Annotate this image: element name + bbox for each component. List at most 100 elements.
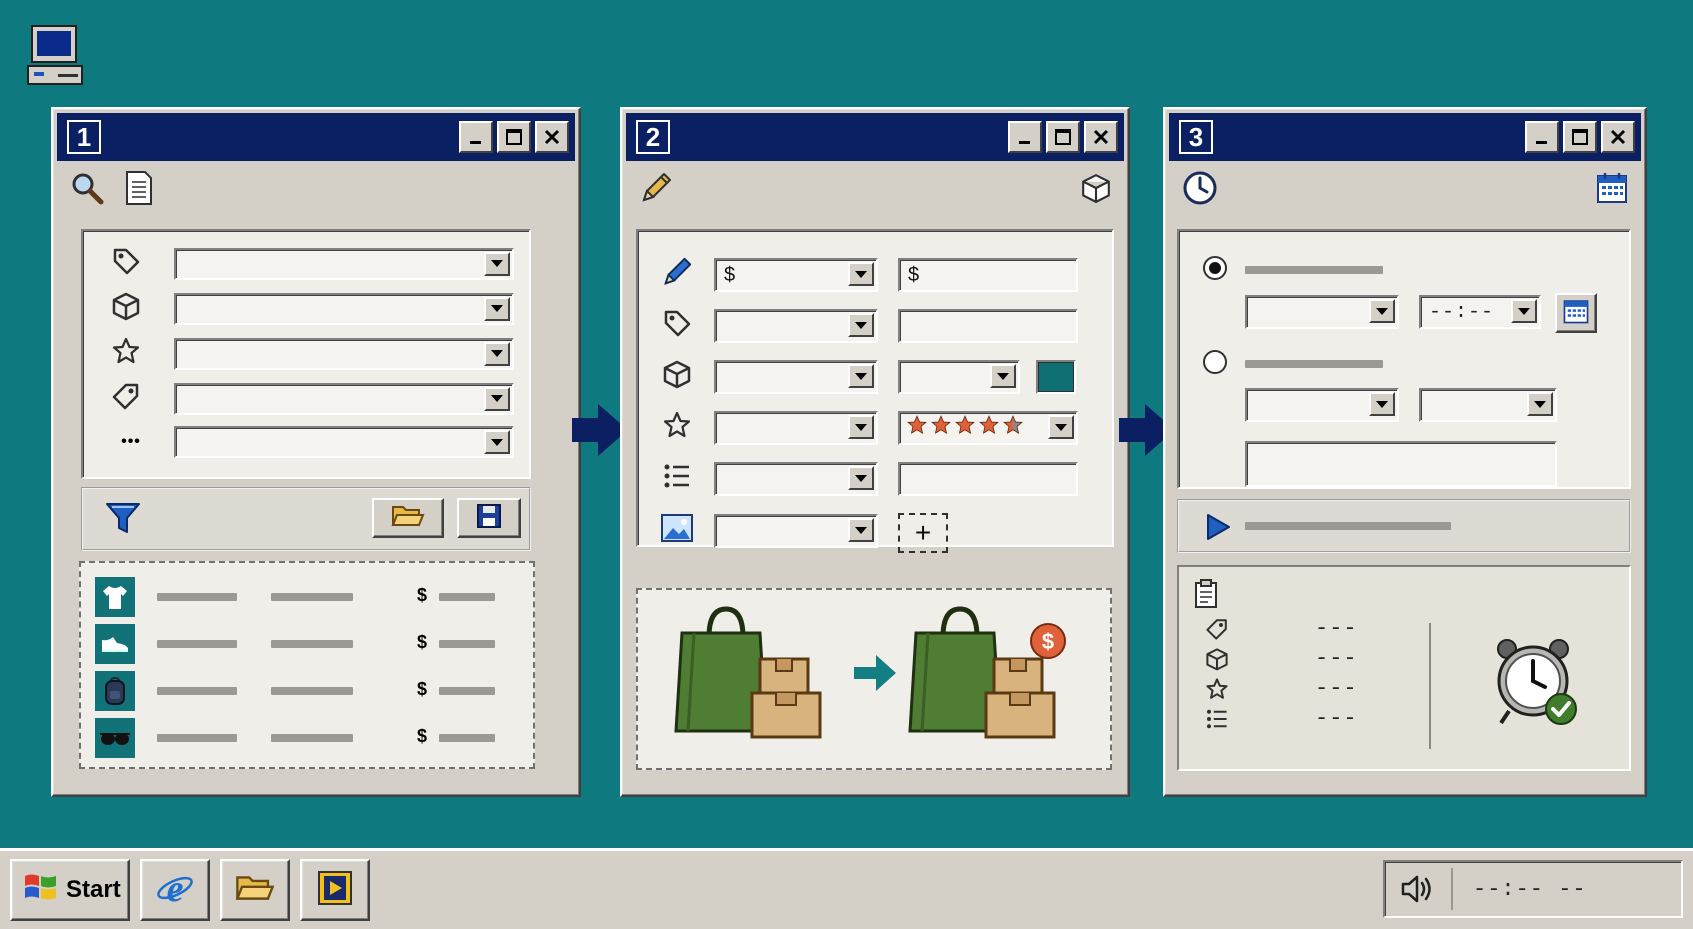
tag-icon (1205, 617, 1229, 646)
file-explorer-button[interactable] (220, 859, 290, 921)
minimize-button[interactable] (1008, 121, 1042, 153)
search-icon[interactable] (69, 170, 105, 211)
add-image-button[interactable]: + (898, 513, 948, 553)
price-currency: $ (417, 632, 428, 652)
close-button[interactable] (535, 121, 569, 153)
filter-select[interactable] (174, 426, 514, 458)
calendar-icon[interactable] (1595, 171, 1629, 210)
tag-icon (111, 246, 151, 281)
window-3: 3 --:-- --- --- --- --- (1163, 107, 1647, 797)
time-placeholder: --:-- (1429, 300, 1495, 324)
open-button[interactable] (372, 498, 444, 538)
box-icon (111, 291, 151, 326)
calendar-icon (1562, 297, 1590, 330)
filter-select[interactable] (174, 382, 514, 415)
play-icon[interactable] (1205, 513, 1231, 546)
filter-row (111, 336, 514, 371)
list-item[interactable]: $ (95, 577, 515, 617)
window-number: 2 (636, 120, 670, 154)
star-icon (662, 410, 692, 445)
price-select[interactable]: $ (714, 258, 878, 292)
rating-stars (906, 414, 1024, 442)
sunglasses-icon (95, 718, 135, 758)
schedule-now-radio[interactable] (1203, 256, 1227, 280)
maximize-button[interactable] (1046, 121, 1080, 153)
folder-open-icon (391, 503, 425, 534)
date-select[interactable] (1245, 295, 1399, 329)
rating-star[interactable] (978, 414, 1000, 442)
notes-field[interactable] (1245, 441, 1557, 487)
maximize-button[interactable] (497, 121, 531, 153)
windows-logo-icon (22, 870, 60, 911)
list-item[interactable]: $ (95, 624, 515, 664)
summary-divider (1429, 623, 1431, 749)
rating-star[interactable] (930, 414, 952, 442)
stock-select[interactable] (714, 360, 878, 394)
tag-icon (662, 308, 692, 343)
box-icon (1205, 647, 1229, 676)
filter-select[interactable] (174, 247, 514, 280)
maximize-button[interactable] (1563, 121, 1597, 153)
summary-value: --- (1315, 646, 1358, 671)
category-field[interactable] (898, 309, 1078, 343)
options-select[interactable] (714, 462, 878, 496)
rating-star[interactable] (906, 414, 928, 442)
rating-select[interactable] (898, 411, 1078, 445)
shopping-bag-box-icon (674, 603, 850, 752)
repeat-select[interactable] (1245, 388, 1399, 422)
pencil-icon[interactable] (638, 170, 674, 211)
speaker-icon[interactable] (1385, 873, 1451, 905)
close-button[interactable] (1084, 121, 1118, 153)
quality-select[interactable] (714, 411, 878, 445)
filter-row (111, 381, 514, 416)
start-button[interactable]: Start (10, 859, 130, 921)
category-select[interactable] (714, 309, 878, 343)
clock-icon[interactable] (1181, 169, 1219, 212)
minimize-button[interactable] (459, 121, 493, 153)
option-label (1245, 360, 1383, 368)
filter-select[interactable] (174, 292, 514, 325)
color-swatch[interactable] (1036, 360, 1076, 394)
list-item[interactable]: $ (95, 718, 515, 758)
save-icon (476, 503, 502, 534)
price-field[interactable]: $ (898, 258, 1078, 292)
summary-value: --- (1315, 676, 1358, 701)
system-tray: --:-- -- (1383, 860, 1683, 918)
rating-star[interactable] (954, 414, 976, 442)
window-1: 1 ••• $ $ $ $ (51, 107, 581, 797)
window-number: 3 (1179, 120, 1213, 154)
browser-icon: e (155, 868, 195, 913)
options-field[interactable] (898, 462, 1078, 496)
summary-value: --- (1315, 616, 1358, 641)
computer-icon[interactable] (26, 24, 86, 88)
shoe-icon (95, 624, 135, 664)
browser-button[interactable]: e (140, 859, 210, 921)
tshirt-icon (95, 577, 135, 617)
titlebar: 2 (626, 113, 1124, 161)
box-icon[interactable] (1080, 172, 1112, 209)
image-select[interactable] (714, 514, 878, 548)
image-icon (660, 513, 694, 548)
minimize-button[interactable] (1525, 121, 1559, 153)
filter-select[interactable] (174, 337, 514, 370)
document-icon[interactable] (123, 170, 155, 211)
media-player-button[interactable] (300, 859, 370, 921)
clipboard-icon (1193, 579, 1219, 614)
close-button[interactable] (1601, 121, 1635, 153)
option-label (1245, 266, 1383, 274)
price-currency: $ (417, 679, 428, 699)
color-select[interactable] (898, 360, 1020, 394)
schedule-later-radio[interactable] (1203, 350, 1227, 374)
save-button[interactable] (457, 498, 521, 538)
calendar-button[interactable] (1555, 293, 1597, 333)
time-select[interactable]: --:-- (1419, 295, 1541, 329)
price-currency: $ (417, 726, 428, 746)
funnel-icon[interactable] (103, 500, 143, 541)
rating-star[interactable] (1002, 414, 1024, 442)
price-currency: $ (417, 585, 428, 605)
tray-clock: --:-- -- (1473, 876, 1587, 902)
interval-select[interactable] (1419, 388, 1557, 422)
list-item[interactable]: $ (95, 671, 515, 711)
window-number: 1 (67, 120, 101, 154)
start-label: Start (66, 876, 121, 903)
